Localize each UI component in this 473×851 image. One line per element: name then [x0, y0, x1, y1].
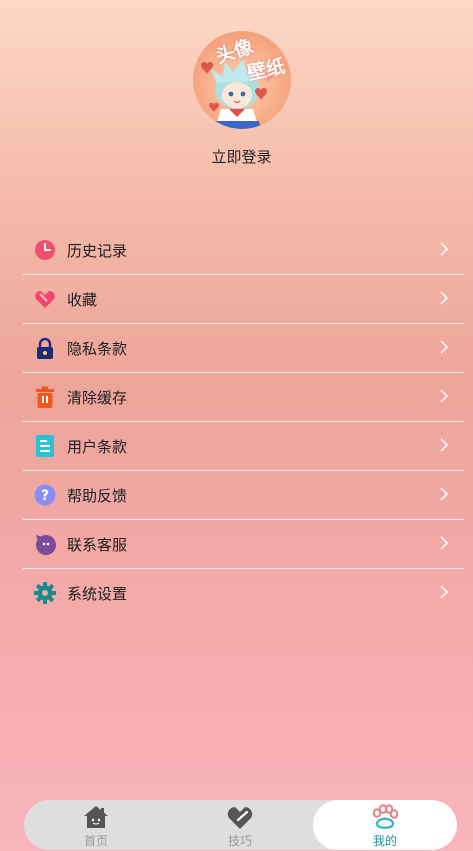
chevron-right-icon — [440, 487, 449, 501]
menu-item-label: 历史记录 — [67, 241, 128, 260]
bottom-tab-bar: 首页 技巧 我的 — [24, 800, 457, 850]
chevron-right-icon — [440, 291, 449, 305]
lock-icon — [33, 336, 57, 360]
tab-mine[interactable]: 我的 — [313, 800, 457, 850]
menu-item-history[interactable]: 历史记录 — [23, 226, 464, 275]
paw-icon — [372, 804, 399, 829]
trash-icon — [33, 385, 57, 409]
menu-item-privacy[interactable]: 隐私条款 — [23, 324, 464, 373]
tab-home[interactable]: 首页 — [24, 800, 168, 850]
tab-tips[interactable]: 技巧 — [168, 800, 312, 850]
chat-icon — [33, 532, 57, 556]
tab-label: 首页 — [83, 834, 108, 848]
menu-item-label: 隐私条款 — [67, 339, 128, 358]
chevron-right-icon — [440, 438, 449, 452]
settings-menu: 历史记录 收藏 隐私条款 清除缓存 用户条款 ? 帮助反馈 联系客服 系统设置 — [23, 226, 464, 617]
document-icon — [33, 434, 57, 458]
menu-item-system-settings[interactable]: 系统设置 — [23, 569, 464, 617]
menu-item-label: 系统设置 — [67, 584, 128, 603]
clock-icon — [33, 238, 57, 262]
home-icon — [84, 806, 108, 828]
chevron-right-icon — [440, 340, 449, 354]
menu-item-contact-support[interactable]: 联系客服 — [23, 520, 464, 569]
menu-item-user-terms[interactable]: 用户条款 — [23, 422, 464, 471]
chevron-right-icon — [440, 389, 449, 403]
menu-item-help[interactable]: ? 帮助反馈 — [23, 471, 464, 520]
heart-check-icon — [227, 807, 253, 829]
menu-item-label: 联系客服 — [67, 535, 128, 554]
menu-item-favorites[interactable]: 收藏 — [23, 275, 464, 324]
avatar[interactable]: 头像 壁纸 — [193, 31, 291, 129]
menu-item-clear-cache[interactable]: 清除缓存 — [23, 373, 464, 422]
menu-item-label: 收藏 — [67, 290, 98, 309]
tab-label: 我的 — [372, 834, 397, 848]
gear-icon — [33, 581, 57, 605]
menu-item-label: 清除缓存 — [67, 388, 128, 407]
heart-icon — [33, 287, 57, 311]
menu-item-label: 帮助反馈 — [67, 486, 128, 505]
login-link[interactable]: 立即登录 — [0, 146, 473, 167]
chevron-right-icon — [440, 585, 449, 599]
help-icon: ? — [33, 483, 57, 507]
chevron-right-icon — [440, 242, 449, 256]
menu-item-label: 用户条款 — [67, 437, 128, 456]
svg-text:?: ? — [41, 488, 49, 504]
tab-label: 技巧 — [227, 834, 252, 848]
chevron-right-icon — [440, 536, 449, 550]
